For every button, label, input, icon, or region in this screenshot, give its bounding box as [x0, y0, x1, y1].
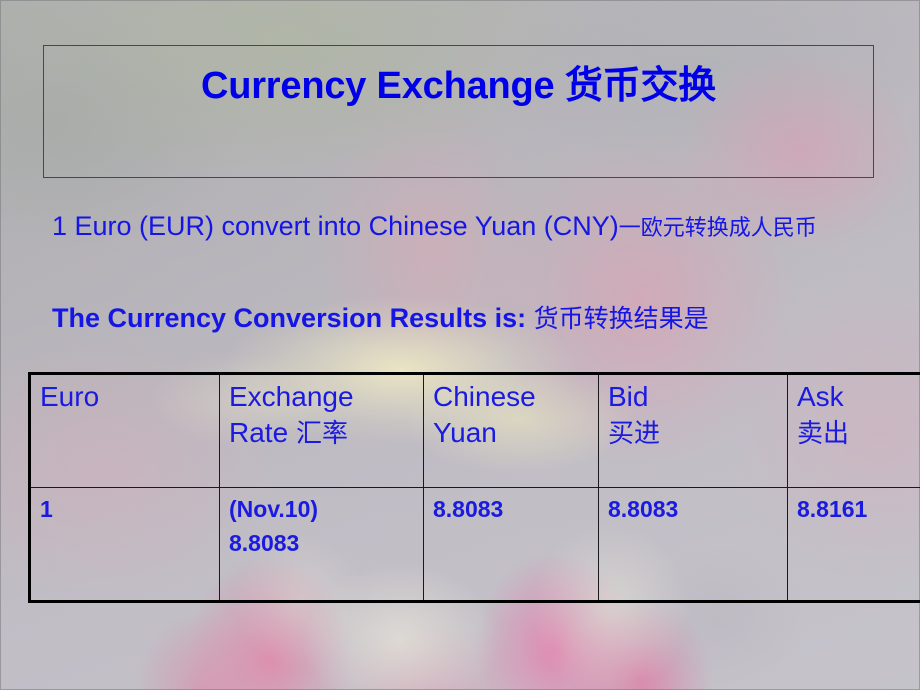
- header-ask-cn: 卖出: [797, 419, 850, 449]
- header-bid-en: Bid: [608, 381, 649, 412]
- header-exchange-rate-cn: 汇率: [295, 419, 348, 449]
- table-row: 1 (Nov.10) 8.8083 8.8083 8.8083 8.8161: [29, 487, 920, 602]
- body-line-2-en: The Currency Conversion Results is:: [52, 303, 534, 333]
- currency-table: Euro Exchange Rate 汇率 Chinese Yuan Bid 买进…: [28, 372, 920, 603]
- cell-euro-value: 1: [29, 487, 220, 602]
- cell-exchange-rate-value: (Nov.10) 8.8083: [219, 487, 424, 602]
- title-placeholder-box: Currency Exchange 货币交换: [43, 45, 874, 178]
- cell-chinese-yuan-value: 8.8083: [423, 487, 599, 602]
- header-euro-en: Euro: [40, 381, 100, 412]
- body-line-2: The Currency Conversion Results is: 货币转换…: [52, 299, 882, 338]
- cell-ask-value: 8.8161: [787, 487, 920, 602]
- header-ask-en: Ask: [797, 381, 844, 412]
- body-line-1-cn: 一欧元转换成人民币: [618, 216, 817, 241]
- page-title-cn: 货币交换: [564, 63, 717, 107]
- header-cell-chinese-yuan: Chinese Yuan: [423, 373, 599, 488]
- body-line-2-cn: 货币转换结果是: [533, 304, 709, 333]
- header-cell-bid: Bid 买进: [598, 373, 788, 488]
- page-title: Currency Exchange 货币交换: [44, 54, 873, 109]
- currency-table-grid: Euro Exchange Rate 汇率 Chinese Yuan Bid 买进…: [28, 372, 920, 603]
- slide-canvas: Currency Exchange 货币交换 1 Euro (EUR) conv…: [0, 0, 920, 690]
- header-cell-exchange-rate: Exchange Rate 汇率: [219, 373, 424, 488]
- cell-rate-date: (Nov.10): [229, 496, 319, 522]
- body-line-1-en: 1 Euro (EUR) convert into Chinese Yuan (…: [52, 211, 619, 241]
- cell-bid-value: 8.8083: [598, 487, 788, 602]
- header-chinese-yuan-en: Chinese Yuan: [433, 381, 536, 448]
- cell-rate-number: 8.8083: [229, 530, 300, 556]
- header-bid-cn: 买进: [608, 419, 661, 449]
- table-header-row: Euro Exchange Rate 汇率 Chinese Yuan Bid 买进…: [29, 373, 920, 488]
- page-title-en: Currency Exchange: [200, 65, 565, 107]
- body-line-1: 1 Euro (EUR) convert into Chinese Yuan (…: [52, 207, 882, 248]
- header-cell-euro: Euro: [29, 373, 220, 488]
- header-cell-ask: Ask 卖出: [787, 373, 920, 488]
